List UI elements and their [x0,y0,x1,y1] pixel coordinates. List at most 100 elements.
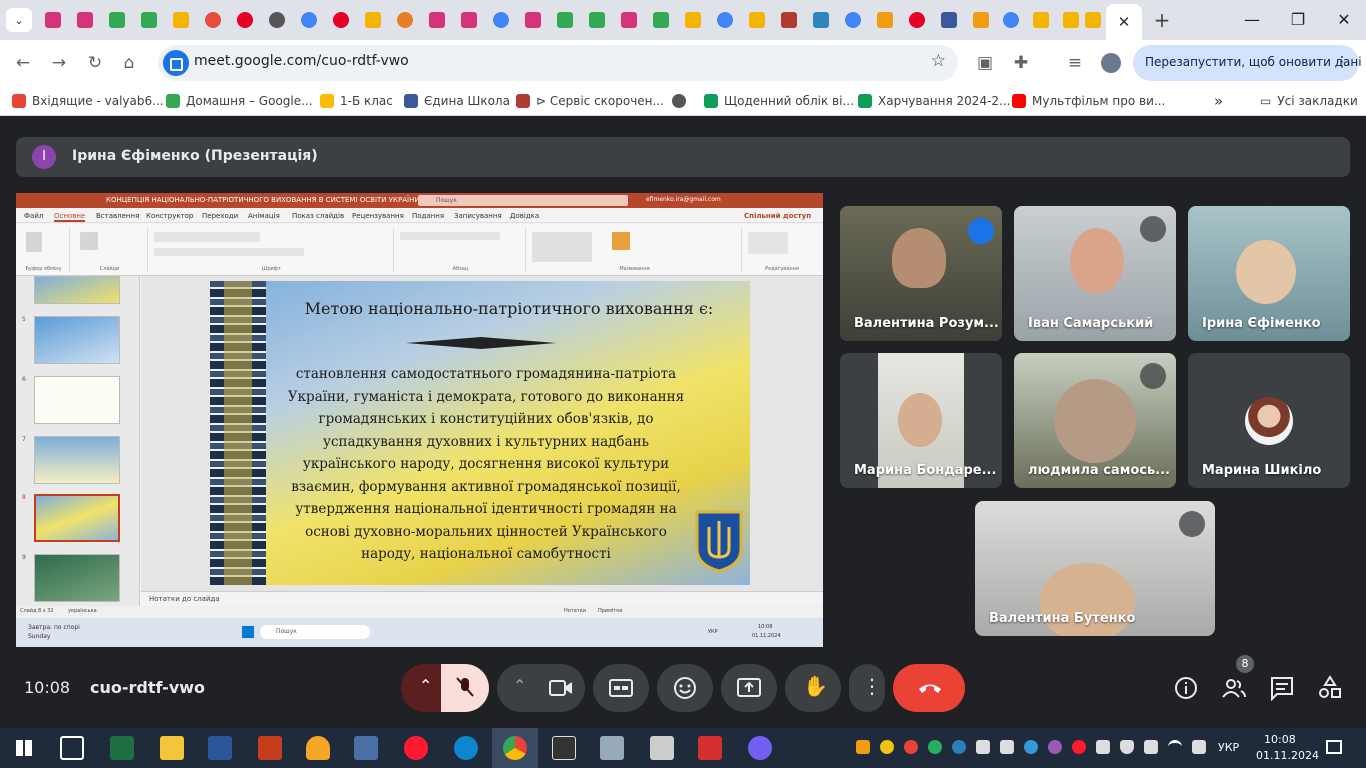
bookmark-item[interactable]: 1-Б клас [320,92,393,110]
notifications-icon[interactable] [1326,740,1342,754]
opera-tray-icon[interactable] [1072,740,1086,754]
camera-button[interactable] [537,664,585,712]
tab[interactable] [1080,8,1106,32]
activities-icon[interactable] [1317,675,1343,701]
powerpoint-icon[interactable] [258,736,282,760]
tab[interactable] [488,8,514,32]
tray-icon[interactable] [928,740,942,754]
tab[interactable] [648,8,674,32]
extension-button[interactable]: ▣ [972,50,998,76]
bookmark-item[interactable]: ⊳ Сервіс скорочен... [516,92,664,110]
tab[interactable] [808,8,834,32]
tab[interactable] [712,8,738,32]
tab[interactable] [968,8,994,32]
tab[interactable] [360,8,386,32]
forward-button[interactable]: → [46,50,72,76]
tab[interactable] [840,8,866,32]
participant-tile[interactable]: Валентина Бутенко [975,501,1215,636]
tab[interactable] [456,8,482,32]
tab[interactable] [744,8,770,32]
tab[interactable] [392,8,418,32]
microphone-icon[interactable] [1120,740,1134,754]
word-icon[interactable] [208,736,232,760]
bookmark-item[interactable]: Мультфільм про ви... [1012,92,1165,110]
tab[interactable] [136,8,162,32]
tray-icon[interactable] [1144,740,1158,754]
present-screen-button[interactable] [721,664,777,712]
url-text[interactable]: meet.google.com/cuo-rdtf-vwo [194,53,409,69]
meeting-info-icon[interactable] [1173,675,1199,701]
tab[interactable] [520,8,546,32]
tab[interactable] [328,8,354,32]
more-vert-icon[interactable]: ⋮ [1335,54,1349,70]
tab[interactable] [296,8,322,32]
tab[interactable] [872,8,898,32]
raise-hand-button[interactable]: ✋ [785,664,841,712]
tab[interactable] [680,8,706,32]
7zip-icon[interactable] [552,736,576,760]
participant-tile[interactable]: Ірина Єфіменко [1188,206,1350,341]
participant-tile[interactable]: Марина Шикіло [1188,353,1350,488]
tab[interactable] [998,8,1024,32]
bookmark-star-icon[interactable]: ☆ [931,51,946,71]
edge-icon[interactable] [454,736,478,760]
back-button[interactable]: ← [10,50,36,76]
more-options-button[interactable]: ⋮ [849,664,885,712]
windows-start-icon[interactable] [16,740,32,756]
bookmark-item[interactable]: Єдина Школа [404,92,510,110]
bookmark-item[interactable]: Домашня – Google... [166,92,313,110]
maximize-button[interactable]: ❐ [1278,6,1318,34]
tray-icon[interactable] [1048,740,1062,754]
task-view-icon[interactable] [60,736,84,760]
tab[interactable] [232,8,258,32]
participant-tile[interactable]: Валентина Розум... [840,206,1002,341]
close-window-button[interactable]: ✕ [1324,6,1364,34]
bookmark-item[interactable]: Щоденний облік ві... [704,92,854,110]
home-button[interactable]: ⌂ [116,50,142,76]
chrome-icon[interactable] [503,736,527,760]
tray-icon[interactable] [856,740,870,754]
all-bookmarks-button[interactable]: ▭ Усі закладки [1260,92,1358,110]
captions-button[interactable] [593,664,649,712]
minimize-button[interactable]: — [1232,6,1272,34]
app-icon[interactable] [600,736,624,760]
scanner-icon[interactable] [650,736,674,760]
tab[interactable] [424,8,450,32]
wifi-icon[interactable] [1168,740,1182,754]
tab[interactable] [168,8,194,32]
security-icon[interactable] [1096,740,1110,754]
opera-icon[interactable] [404,736,428,760]
input-language[interactable]: УКР [1218,741,1239,754]
bookmark-item[interactable]: Харчування 2024-2... [858,92,1010,110]
meet-site-icon[interactable] [163,50,189,76]
viber-icon[interactable] [748,736,772,760]
media-control-button[interactable]: ≡ [1062,50,1088,76]
participant-tile[interactable]: Іван Самарський [1014,206,1176,341]
bookmark-item[interactable]: Вхідящие - valyab6... [12,92,164,110]
tab[interactable] [904,8,930,32]
restart-update-button[interactable]: Перезапустити, щоб оновити дані ⋮ [1133,45,1362,81]
reload-button[interactable]: ↻ [82,50,108,76]
file-explorer-icon[interactable] [160,736,184,760]
tray-icon[interactable] [976,740,990,754]
acrobat-icon[interactable] [698,736,722,760]
address-bar[interactable]: meet.google.com/cuo-rdtf-vwo ☆ [158,45,958,81]
tab[interactable] [72,8,98,32]
tab[interactable] [776,8,802,32]
volume-icon[interactable] [1192,740,1206,754]
clock-time[interactable]: 10:08 [1264,733,1296,746]
chrome-tray-icon[interactable] [904,740,918,754]
tab[interactable] [584,8,610,32]
profile-button[interactable] [1098,50,1124,76]
bookmark-item[interactable] [672,92,692,110]
tab[interactable] [552,8,578,32]
app-icon[interactable] [354,736,378,760]
bookmarks-overflow-button[interactable]: » [1214,92,1223,110]
tab[interactable] [200,8,226,32]
new-tab-button[interactable]: + [1150,8,1174,32]
tab[interactable] [264,8,290,32]
notification-bell-icon[interactable] [306,736,330,760]
extensions-button[interactable]: ✚ [1008,50,1034,76]
excel-icon[interactable] [110,736,134,760]
tab[interactable] [1028,8,1054,32]
